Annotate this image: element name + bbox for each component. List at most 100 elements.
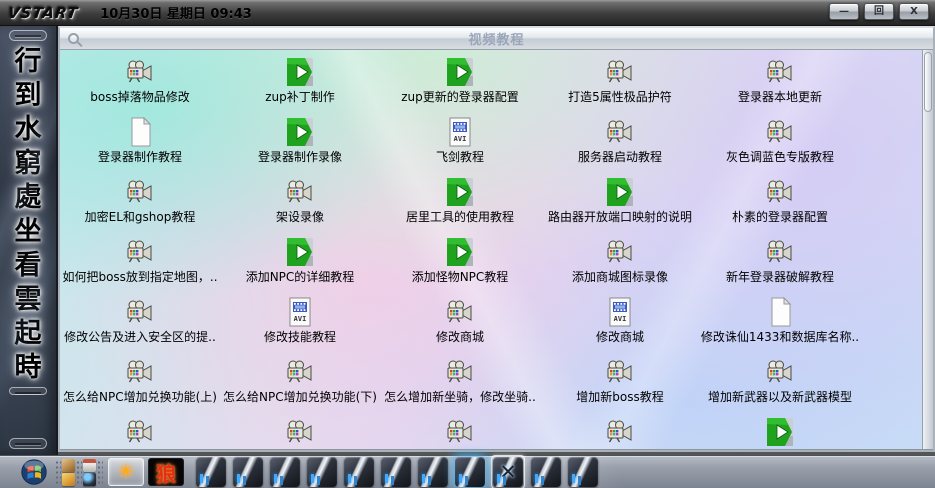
grid-item-label: 修改技能教程 — [263, 330, 336, 344]
player-icon — [284, 236, 316, 268]
scrollbar-thumb[interactable] — [924, 52, 932, 112]
grid-item[interactable]: AVI 飞剑教程 — [380, 116, 540, 176]
grid-item[interactable]: 架设录像 — [220, 176, 380, 236]
grid-item[interactable]: 增加新武器以及新武器模型 — [700, 356, 860, 416]
taskbar-folder[interactable] — [195, 456, 227, 488]
grid-item-label: zup补丁制作 — [265, 90, 335, 104]
dark-folder-icon — [307, 457, 337, 487]
scroll-top-cap[interactable] — [9, 30, 47, 41]
grid-item-partial[interactable] — [540, 416, 700, 449]
taskbar: ☀ 狼 ✕ — [0, 455, 935, 488]
camera-icon — [764, 176, 796, 208]
grid-item[interactable]: AVI 修改技能教程 — [220, 296, 380, 356]
grid-item[interactable]: 添加NPC的详细教程 — [220, 236, 380, 296]
grid-item[interactable]: zup更新的登录器配置 — [380, 56, 540, 116]
grid-item[interactable]: 打造5属性极品护符 — [540, 56, 700, 116]
doc-icon — [124, 116, 156, 148]
grid-item[interactable]: 修改诛仙1433和数据库名称.. — [700, 296, 860, 356]
taskbar-folder[interactable] — [380, 456, 412, 488]
player-icon — [444, 56, 476, 88]
svg-text:AVI: AVI — [614, 315, 627, 323]
grid-item-partial[interactable] — [700, 416, 860, 449]
poem-character: 窮 — [14, 148, 42, 179]
grid-item[interactable]: 增加新boss教程 — [540, 356, 700, 416]
grid-item-label: 怎么增加新坐骑，修改坐骑.. — [384, 390, 536, 404]
taskbar-folder[interactable] — [269, 456, 301, 488]
grid-item[interactable]: 加密EL和gshop教程 — [60, 176, 220, 236]
grid-item[interactable]: 添加怪物NPC教程 — [380, 236, 540, 296]
grid-item[interactable]: AVI 修改商城 — [540, 296, 700, 356]
grid-item[interactable]: 新年登录器破解教程 — [700, 236, 860, 296]
camera-icon — [764, 236, 796, 268]
clipboard-icon[interactable] — [83, 458, 96, 472]
taskbar-folder[interactable] — [417, 456, 449, 488]
grid-item[interactable]: zup补丁制作 — [220, 56, 380, 116]
icon-grid: boss掉落物品修改 zup补丁制作 zup更新的登录器配置 打造5属性极品护符 登录器… — [60, 56, 922, 449]
grid-item-label: 居里工具的使用教程 — [405, 210, 514, 224]
desktop: VSTART 10月30日 星期日 09:43 — 回 X 行到水窮處坐看雲起時… — [0, 0, 935, 488]
grid-item[interactable]: 服务器启动教程 — [540, 116, 700, 176]
minimize-button[interactable]: — — [829, 3, 859, 20]
taskbar-folder[interactable] — [343, 456, 375, 488]
grid-item[interactable]: 怎么给NPC增加兑换功能(下) — [220, 356, 380, 416]
grid-item[interactable]: 添加商城图标录像 — [540, 236, 700, 296]
grid-item-label: 加密EL和gshop教程 — [84, 210, 196, 224]
cross-blade-icon: ✕ — [499, 460, 517, 484]
grid-item-partial[interactable] — [380, 416, 540, 449]
camera-icon — [764, 56, 796, 88]
camera-icon — [124, 236, 156, 268]
taskbar-folder[interactable] — [454, 456, 486, 488]
maximize-button[interactable]: 回 — [864, 3, 894, 20]
scroll-bottom-cap[interactable] — [9, 438, 47, 449]
grid-item[interactable]: 怎么增加新坐骑，修改坐骑.. — [380, 356, 540, 416]
cubes-icon[interactable] — [62, 472, 75, 486]
dots-separator — [76, 460, 82, 484]
taskbar-folder[interactable] — [567, 456, 599, 488]
dark-folder-icon — [531, 457, 561, 487]
box-icon[interactable] — [62, 458, 75, 472]
grid-item-partial[interactable] — [220, 416, 380, 449]
grid-item[interactable]: 怎么给NPC增加兑换功能(上) — [60, 356, 220, 416]
grid-item-label: 怎么给NPC增加兑换功能(上) — [63, 390, 217, 404]
taskbar-folder[interactable] — [306, 456, 338, 488]
grid-item[interactable]: 修改商城 — [380, 296, 540, 356]
grid-item[interactable]: 路由器开放端口映射的说明 — [540, 176, 700, 236]
grid-item[interactable]: 居里工具的使用教程 — [380, 176, 540, 236]
start-button[interactable] — [20, 458, 48, 486]
grid-item-label: 如何把boss放到指定地图，.. — [62, 270, 218, 284]
poem-character: 雲 — [14, 284, 42, 315]
poem-character: 到 — [14, 80, 42, 111]
camera-icon — [764, 356, 796, 388]
grid-item-partial[interactable] — [60, 416, 220, 449]
poem-vertical-text: 行到水窮處坐看雲起時 — [0, 45, 56, 385]
dark-folder-icon — [344, 457, 374, 487]
taskbar-folder[interactable] — [232, 456, 264, 488]
orb-icon[interactable] — [83, 472, 96, 486]
poem-character: 行 — [14, 46, 42, 77]
dark-folder-icon — [418, 457, 448, 487]
player-icon — [604, 176, 636, 208]
camera-icon — [444, 296, 476, 328]
close-button[interactable]: X — [899, 3, 929, 20]
grid-item[interactable]: 修改公告及进入安全区的提.. — [60, 296, 220, 356]
wolf-app-button[interactable]: 狼 — [148, 458, 184, 486]
taskbar-folder[interactable] — [530, 456, 562, 488]
grid-item-label: 灰色调蓝色专版教程 — [725, 150, 834, 164]
grid-item[interactable]: 登录器制作录像 — [220, 116, 380, 176]
taskbar-folder-selected[interactable]: ✕ — [491, 455, 525, 488]
grid-item[interactable]: boss掉落物品修改 — [60, 56, 220, 116]
grid-item[interactable]: 朴素的登录器配置 — [700, 176, 860, 236]
side-scroll-banner[interactable]: 行到水窮處坐看雲起時 — [0, 26, 58, 455]
window-titlebar[interactable]: 视频教程 — [60, 28, 933, 50]
grid-item-label: 添加NPC的详细教程 — [245, 270, 355, 284]
grid-item[interactable]: 如何把boss放到指定地图，.. — [60, 236, 220, 296]
grid-item[interactable]: 登录器本地更新 — [700, 56, 860, 116]
camera-icon — [604, 356, 636, 388]
scroll-mid-cap[interactable] — [9, 387, 47, 395]
grid-item-label: 登录器制作教程 — [97, 150, 182, 164]
camera-icon — [764, 116, 796, 148]
grid-item[interactable]: 登录器制作教程 — [60, 116, 220, 176]
window-scrollbar[interactable] — [922, 50, 933, 449]
sun-app-button[interactable]: ☀ — [108, 458, 144, 486]
grid-item[interactable]: 灰色调蓝色专版教程 — [700, 116, 860, 176]
